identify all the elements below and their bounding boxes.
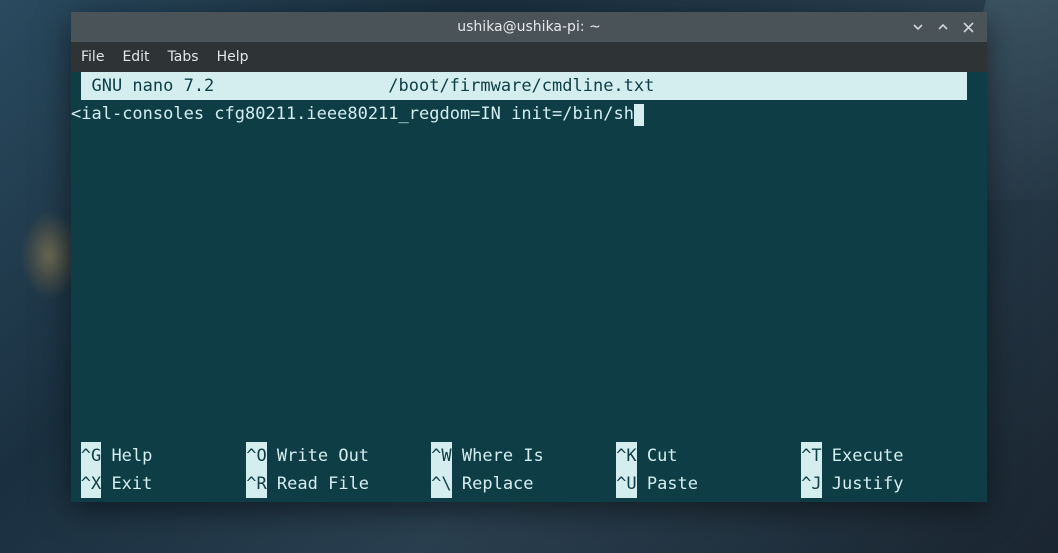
menu-bar: File Edit Tabs Help: [71, 42, 987, 72]
menu-tabs[interactable]: Tabs: [168, 49, 199, 65]
shortcut-key[interactable]: ^T: [801, 442, 821, 470]
nano-title-bar: GNU nano 7.2 /boot/firmware/cmdline.txt: [71, 72, 987, 100]
shortcut-label: Read File: [267, 470, 369, 498]
window-title: ushika@ushika-pi: ~: [71, 19, 987, 35]
minimize-icon[interactable]: [911, 20, 925, 34]
menu-edit[interactable]: Edit: [122, 49, 149, 65]
shortcut-label: Help: [101, 442, 152, 470]
editor-line[interactable]: <ial-consoles cfg80211.ieee80211_regdom=…: [71, 100, 987, 128]
close-icon[interactable]: [961, 20, 975, 34]
shortcut-label: Replace: [452, 470, 534, 498]
shortcut-key[interactable]: ^G: [81, 442, 101, 470]
shortcut-key[interactable]: ^\: [431, 470, 451, 498]
nano-app-name: GNU nano 7.2: [81, 72, 265, 100]
terminal-viewport[interactable]: GNU nano 7.2 /boot/firmware/cmdline.txt …: [71, 72, 987, 502]
shortcut-key[interactable]: ^R: [246, 470, 266, 498]
shortcut-label: Exit: [101, 470, 152, 498]
nano-shortcut-bar: ^GHelp ^OWrite Out ^WWhere Is ^KCut ^TEx…: [71, 442, 967, 498]
maximize-icon[interactable]: [936, 20, 950, 34]
editor-text[interactable]: ial-consoles cfg80211.ieee80211_regdom=I…: [81, 104, 634, 124]
menu-help[interactable]: Help: [217, 49, 249, 65]
shortcut-label: Paste: [637, 470, 698, 498]
window-titlebar[interactable]: ushika@ushika-pi: ~: [71, 12, 987, 42]
window-controls: [911, 20, 987, 34]
shortcut-label: Where Is: [452, 442, 544, 470]
shortcut-key[interactable]: ^O: [246, 442, 266, 470]
nano-file-path: /boot/firmware/cmdline.txt: [388, 72, 654, 100]
shortcut-key[interactable]: ^X: [81, 470, 101, 498]
shortcut-row-2: ^XExit ^RRead File ^\Replace ^UPaste ^JJ…: [71, 470, 967, 498]
shortcut-row-1: ^GHelp ^OWrite Out ^WWhere Is ^KCut ^TEx…: [71, 442, 967, 470]
terminal-window: ushika@ushika-pi: ~ File Edit Tabs Help …: [71, 12, 987, 502]
shortcut-label: Justify: [822, 470, 904, 498]
shortcut-key[interactable]: ^J: [801, 470, 821, 498]
shortcut-label: Execute: [822, 442, 904, 470]
shortcut-key[interactable]: ^K: [616, 442, 636, 470]
shortcut-label: Write Out: [267, 442, 369, 470]
line-overflow-left-icon: <: [71, 100, 81, 128]
menu-file[interactable]: File: [81, 49, 104, 65]
shortcut-key[interactable]: ^W: [431, 442, 451, 470]
text-cursor: [634, 104, 644, 126]
shortcut-key[interactable]: ^U: [616, 470, 636, 498]
shortcut-label: Cut: [637, 442, 678, 470]
